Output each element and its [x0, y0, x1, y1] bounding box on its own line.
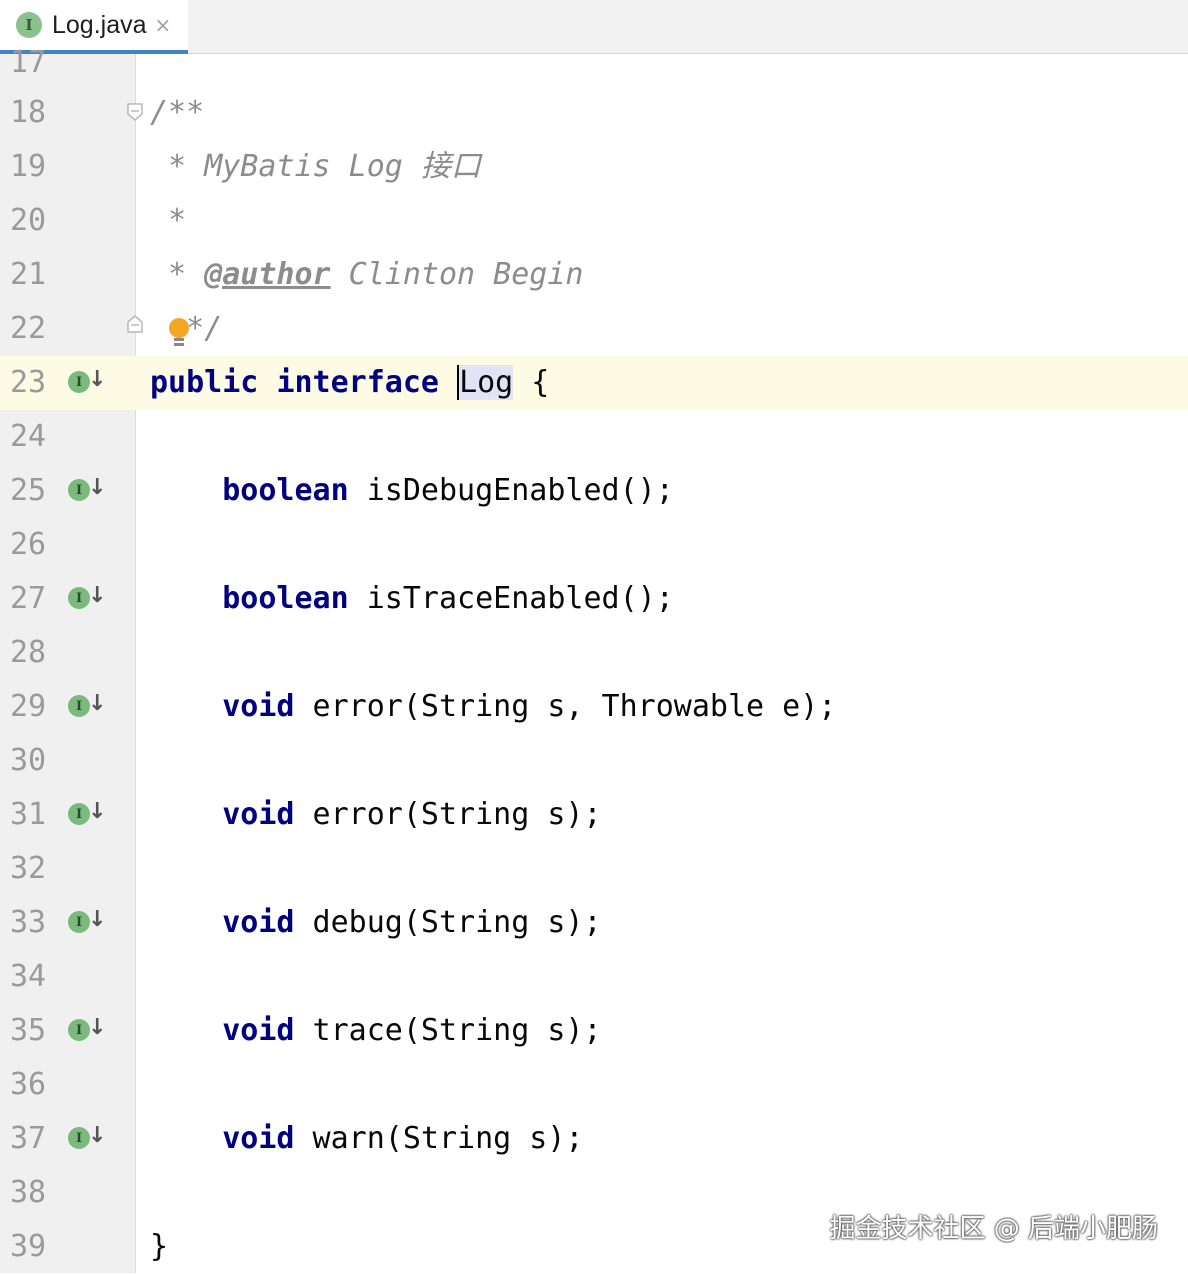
line-number: 20 [10, 203, 47, 238]
interface-file-icon: I [16, 12, 42, 38]
line-number: 27 [10, 581, 47, 616]
code-text[interactable]: * @author Clinton Begin [136, 248, 1188, 302]
line-number: 31 [10, 797, 47, 832]
code-line-29: 29 I ↓ void error(String s, Throwable e); [0, 680, 1188, 734]
code-text[interactable]: boolean isDebugEnabled(); [136, 464, 1188, 518]
line-number: 28 [10, 635, 47, 670]
line-number: 30 [10, 743, 47, 778]
line-number: 35 [10, 1013, 47, 1048]
code-text[interactable]: void warn(String s); [136, 1112, 1188, 1166]
line-number: 26 [10, 527, 47, 562]
line-number: 18 [10, 95, 47, 130]
code-line-18: 18 /** [0, 86, 1188, 140]
code-line-23: 23 I ↓ public interface Log { [0, 356, 1188, 410]
line-number: 19 [10, 149, 47, 184]
line-number: 25 [10, 473, 47, 508]
lightbulb-icon[interactable] [168, 316, 190, 350]
code-text[interactable]: * [136, 194, 1188, 248]
code-line-36: 36 [0, 1058, 1188, 1112]
code-line-32: 32 [0, 842, 1188, 896]
code-line-37: 37 I ↓ void warn(String s); [0, 1112, 1188, 1166]
line-number: 39 [10, 1229, 47, 1264]
code-line-33: 33 I ↓ void debug(String s); [0, 896, 1188, 950]
code-line-19: 19 * MyBatis Log 接口 [0, 140, 1188, 194]
line-number: 33 [10, 905, 47, 940]
line-number: 22 [10, 311, 47, 346]
line-number: 36 [10, 1067, 47, 1102]
code-text[interactable]: void error(String s); [136, 788, 1188, 842]
code-line-26: 26 [0, 518, 1188, 572]
code-line-20: 20 * [0, 194, 1188, 248]
code-line-30: 30 [0, 734, 1188, 788]
implemented-icon[interactable]: I ↓ [68, 1123, 106, 1155]
line-number: 32 [10, 851, 47, 886]
code-line-27: 27 I ↓ boolean isTraceEnabled(); [0, 572, 1188, 626]
implemented-icon[interactable]: I ↓ [68, 583, 106, 615]
javadoc-tag: @author [204, 257, 331, 292]
line-number: 24 [10, 419, 47, 454]
code-line-25: 25 I ↓ boolean isDebugEnabled(); [0, 464, 1188, 518]
implemented-icon[interactable]: I ↓ [68, 475, 106, 507]
code-line-28: 28 [0, 626, 1188, 680]
close-icon[interactable]: × [155, 13, 172, 37]
code-text[interactable]: * MyBatis Log 接口 [136, 140, 1188, 194]
implemented-icon[interactable]: I ↓ [68, 367, 106, 399]
code-line-31: 31 I ↓ void error(String s); [0, 788, 1188, 842]
line-number: 21 [10, 257, 47, 292]
code-text[interactable]: public interface Log { [136, 356, 1188, 410]
code-line-22: 22 */ [0, 302, 1188, 356]
code-text[interactable]: /** [136, 86, 1188, 140]
code-line-35: 35 I ↓ void trace(String s); [0, 1004, 1188, 1058]
code-text[interactable]: void error(String s, Throwable e); [136, 680, 1188, 734]
code-text[interactable]: boolean isTraceEnabled(); [136, 572, 1188, 626]
code-line-34: 34 [0, 950, 1188, 1004]
line-number: 38 [10, 1175, 47, 1210]
code-line-21: 21 * @author Clinton Begin [0, 248, 1188, 302]
code-text[interactable]: void debug(String s); [136, 896, 1188, 950]
implemented-icon[interactable]: I ↓ [68, 799, 106, 831]
interface-name-selection[interactable]: Log [457, 365, 514, 400]
code-line-24: 24 [0, 410, 1188, 464]
code-text[interactable]: */ [136, 302, 1188, 356]
line-number: 17 [10, 45, 47, 80]
code-text[interactable]: void trace(String s); [136, 1004, 1188, 1058]
watermark: 掘金技术社区 @ 后端小肥肠 [829, 1214, 1158, 1244]
line-number: 29 [10, 689, 47, 724]
line-number: 34 [10, 959, 47, 994]
code-line-17: 17 [0, 36, 1188, 90]
implemented-icon[interactable]: I ↓ [68, 691, 106, 723]
line-number: 37 [10, 1121, 47, 1156]
line-number: 23 [10, 365, 47, 400]
implemented-icon[interactable]: I ↓ [68, 1015, 106, 1047]
implemented-icon[interactable]: I ↓ [68, 907, 106, 939]
